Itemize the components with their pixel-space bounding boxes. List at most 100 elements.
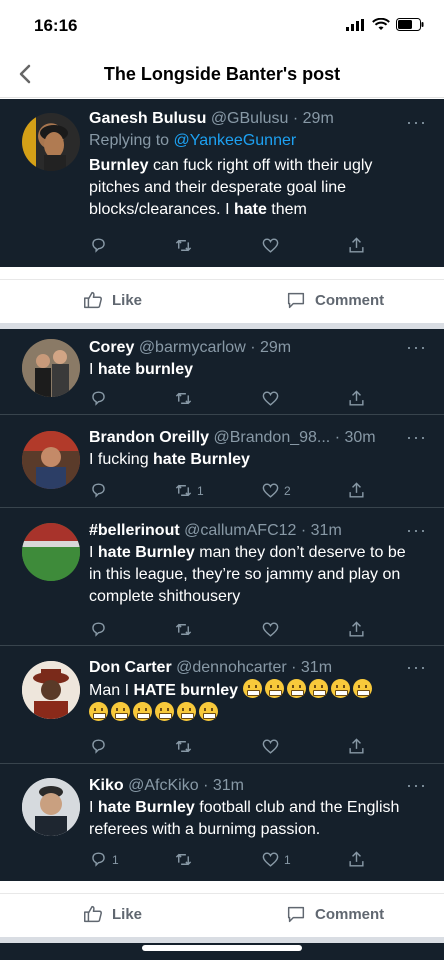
fb-like-button[interactable]: Like — [82, 903, 142, 925]
tweet-text: I hate Burnley football club and the Eng… — [89, 797, 422, 841]
reply-tweet[interactable]: Don Carter @dennohcarter · 31m Man I HAT… — [0, 646, 444, 764]
author-name[interactable]: Corey — [89, 339, 134, 356]
reply-button[interactable]: 1 — [89, 850, 119, 869]
reply-tweet[interactable]: Corey @barmycarlow · 29m I hate burnley … — [0, 329, 444, 415]
share-button[interactable] — [347, 620, 366, 639]
more-dots-icon[interactable]: ··· — [406, 521, 426, 545]
reply-icon — [92, 391, 105, 406]
retweet-button[interactable] — [174, 389, 197, 408]
retweet-icon — [175, 484, 192, 497]
heart-icon — [262, 622, 279, 637]
retweet-button[interactable] — [174, 236, 193, 255]
retweet-button[interactable] — [174, 737, 197, 756]
text-bold: hate Burnley — [97, 544, 195, 561]
like-button[interactable]: 2 — [261, 481, 291, 500]
avatar[interactable] — [22, 661, 80, 719]
avatar[interactable] — [22, 113, 80, 171]
text-part: I fucking — [89, 451, 154, 468]
reply-button[interactable] — [89, 620, 112, 639]
separator: · — [292, 110, 299, 127]
status-time: 16:16 — [34, 16, 78, 35]
battery-icon — [396, 18, 424, 31]
like-button[interactable] — [261, 389, 284, 408]
author-name[interactable]: Brandon Oreilly — [89, 429, 209, 446]
text-bold: hate Burnley — [97, 799, 195, 816]
fb-like-button[interactable]: Like — [82, 289, 142, 311]
reply-icon — [92, 483, 105, 498]
tweet-text: Man I HATE burnley — [89, 679, 422, 725]
reply-button[interactable] — [89, 236, 108, 255]
text-bold: HATE burnley — [133, 682, 239, 699]
share-button[interactable] — [347, 850, 366, 869]
grimacing-emoji-icon — [133, 702, 152, 721]
wifi-icon — [372, 18, 390, 30]
tweet-time: 31m — [310, 522, 342, 539]
grimacing-emoji-icon — [286, 679, 306, 698]
author-handle[interactable]: @GBulusu — [211, 110, 289, 127]
retweet-button[interactable]: 1 — [174, 481, 204, 500]
tweet-time: 29m — [302, 110, 334, 127]
like-button[interactable] — [261, 236, 280, 255]
more-dots-icon[interactable]: ··· — [406, 338, 426, 362]
author-handle[interactable]: @Brandon_98... — [213, 429, 330, 446]
tweet-time: 29m — [259, 339, 292, 356]
tweet-time: 30m — [344, 429, 376, 446]
nav-bar: The Longside Banter's post — [0, 50, 444, 98]
reply-tweet[interactable]: Brandon Oreilly @Brandon_98... · 30m I f… — [0, 415, 444, 508]
retweet-button[interactable] — [174, 850, 197, 869]
more-dots-icon[interactable]: ··· — [406, 658, 426, 682]
like-thumb-icon — [84, 905, 102, 923]
mention-link[interactable]: @YankeeGunner — [174, 132, 297, 149]
author-handle[interactable]: @AfcKiko — [128, 777, 198, 794]
reply-button[interactable] — [89, 481, 112, 500]
reply-button[interactable] — [89, 737, 112, 756]
post-actions-card: Like Comment — [0, 881, 444, 937]
author-handle[interactable]: @callumAFC12 — [184, 522, 296, 539]
main-tweet[interactable]: Ganesh Bulusu @GBulusu · 29m Replying to… — [0, 99, 444, 267]
signal-icon — [346, 18, 364, 31]
like-button[interactable] — [261, 620, 284, 639]
replying-to: Replying to @YankeeGunner — [89, 130, 422, 152]
author-handle[interactable]: @dennohcarter — [176, 659, 287, 676]
like-button[interactable] — [261, 737, 284, 756]
avatar[interactable] — [22, 431, 80, 489]
heart-icon — [262, 391, 279, 406]
separator: · — [300, 522, 307, 539]
share-button[interactable] — [347, 236, 366, 255]
like-count: 2 — [284, 483, 291, 498]
author-name[interactable]: Kiko — [89, 777, 124, 794]
share-button[interactable] — [347, 389, 366, 408]
avatar[interactable] — [22, 339, 80, 397]
text-part: I — [89, 544, 98, 561]
home-indicator[interactable] — [142, 945, 302, 951]
retweet-icon — [175, 623, 192, 636]
more-dots-icon[interactable]: ··· — [406, 428, 426, 452]
author-name[interactable]: Ganesh Bulusu — [89, 110, 206, 127]
share-button[interactable] — [347, 737, 366, 756]
reply-tweet[interactable]: Kiko @AfcKiko · 31m I hate Burnley footb… — [0, 764, 444, 881]
fb-comment-button[interactable]: Comment — [285, 903, 384, 925]
author-name[interactable]: Don Carter — [89, 659, 172, 676]
grimacing-emoji-icon — [89, 702, 108, 721]
fb-comment-button[interactable]: Comment — [285, 289, 384, 311]
avatar[interactable] — [22, 778, 80, 836]
reply-button[interactable] — [89, 389, 112, 408]
like-button[interactable]: 1 — [261, 850, 291, 869]
retweet-icon — [175, 392, 192, 405]
comment-label: Comment — [315, 905, 385, 923]
more-dots-icon[interactable]: ··· — [406, 776, 426, 800]
share-button[interactable] — [347, 481, 366, 500]
avatar[interactable] — [22, 523, 80, 581]
author-handle[interactable]: @barmycarlow — [139, 339, 246, 356]
retweet-icon — [175, 239, 192, 252]
grimacing-emoji-icon — [308, 679, 328, 698]
text-part: Man I — [89, 682, 134, 699]
author-name[interactable]: #bellerinout — [89, 522, 180, 539]
grimacing-emoji-icon — [330, 679, 350, 698]
tweet-header: Don Carter @dennohcarter · 31m — [89, 657, 422, 679]
text-part — [238, 682, 242, 699]
status-bar: 16:16 — [0, 0, 444, 50]
reply-tweet[interactable]: #bellerinout @callumAFC12 · 31m I hate B… — [0, 508, 444, 646]
more-dots-icon[interactable]: ··· — [406, 113, 426, 137]
retweet-button[interactable] — [174, 620, 197, 639]
